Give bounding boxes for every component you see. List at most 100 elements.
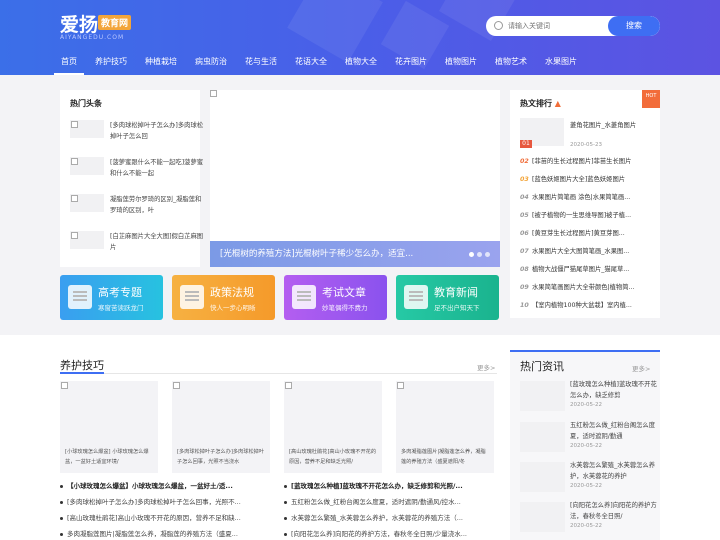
search-button[interactable]: 搜索 [608, 16, 660, 36]
rank-item[interactable]: 10 【室内植物100种大盆栽】室内植... [520, 300, 660, 312]
more-link[interactable]: 更多> [632, 363, 650, 373]
rank-item[interactable]: 02 [菲苗的生长过程图片]菲苗生长图片 [520, 156, 660, 168]
news-item[interactable]: [向阳花怎么养]向阳花的养护方法，春秋冬全日照/ 2020-05-22 [520, 500, 660, 538]
fire-icon: ▲ [554, 99, 561, 108]
article-card-text[interactable]: 多肉凝脂莲图片|凝脂莲怎么养，凝脂莲的养殖方法（盛夏遮阳/冬 [401, 447, 489, 469]
nav-item[interactable]: 花与生活 [238, 50, 284, 75]
hot-headline-text[interactable]: 凝脂莲劳尔罗琦的区别_凝脂莲和罗琦的区别，叶 [110, 194, 205, 218]
category-gaokao[interactable]: 高考专题 寒窗苦读跃龙门 [60, 275, 163, 320]
rank-item[interactable]: 06 [黄豆芽生长过程图片]黄豆芽图... [520, 228, 660, 240]
article-link[interactable]: 水芙蓉怎么繁殖_水芙蓉怎么养护，水芙蓉花的养殖方法（... [284, 511, 494, 525]
thumbnail[interactable] [70, 157, 104, 175]
slider-dot[interactable] [477, 252, 482, 257]
article-card[interactable]: 多肉凝脂莲图片|凝脂莲怎么养，凝脂莲的养殖方法（盛夏遮阳/冬 [396, 381, 494, 473]
news-date: 2020-05-22 [570, 483, 602, 489]
hot-headline-item[interactable]: [多肉球松掉叶子怎么办]多肉球松掉叶子怎么回 [70, 120, 205, 146]
rank-item[interactable]: 08 植物大战僵尸猫尾草图片_猫尾草... [520, 264, 660, 276]
more-link[interactable]: 更多> [477, 362, 495, 372]
rank-number: 01 [520, 140, 532, 148]
article-link[interactable]: [蓝玫瑰怎么种植]蓝玫瑰不开花怎么办，缺乏修剪和光照/... [284, 479, 494, 493]
thumbnail[interactable] [70, 120, 104, 138]
news-item[interactable]: 水芙蓉怎么繁殖_水芙蓉怎么养护，水芙蓉花的养护 2020-05-22 [520, 460, 660, 498]
hot-headline-text[interactable]: [多肉球松掉叶子怎么办]多肉球松掉叶子怎么回 [110, 120, 205, 144]
thumbnail[interactable] [70, 194, 104, 212]
article-link[interactable]: 【小球玫瑰怎么爆盆】小球玫瑰怎么爆盆，一盆好土/适... [60, 479, 260, 493]
rank-item[interactable]: 09 水果简笔画图片大全带颜色|植物简... [520, 282, 660, 294]
article-card-text[interactable]: [多肉球松掉叶子怎么办]多肉球松掉叶子怎么回事，光照不当浇水 [177, 447, 265, 469]
category-news[interactable]: 教育新闻 足不出户知天下 [396, 275, 499, 320]
hot-headline-item[interactable]: 凝脂莲劳尔罗琦的区别_凝脂莲和罗琦的区别，叶 [70, 194, 205, 220]
logo-text: 爱扬 [60, 14, 99, 36]
main-nav: 首页 养护技巧 种植栽培 病虫防治 花与生活 花语大全 植物大全 花卉图片 植物… [54, 50, 588, 75]
thumbnail[interactable] [520, 462, 565, 492]
news-text[interactable]: [向阳花怎么养]向阳花的养护方法，春秋冬全日照/ [570, 500, 660, 522]
nav-item[interactable]: 养护技巧 [88, 50, 134, 75]
category-subtitle: 快人一步心明晰 [210, 304, 256, 312]
section-title: 养护技巧 [60, 359, 104, 372]
category-policy[interactable]: 政策法规 快人一步心明晰 [172, 275, 275, 320]
thumbnail[interactable] [520, 502, 565, 532]
article-link[interactable]: 五红粉怎么做_红粉台阁怎么度夏，适时遮阴/勤通风/控水... [284, 495, 494, 509]
thumbnail[interactable] [520, 422, 565, 452]
article-link[interactable]: [向阳花怎么养]向阳花的养护方法，春秋冬全日照/少量浇水... [284, 527, 494, 540]
hot-headline-item[interactable]: [白芷麻图片大全大图]假白芷麻图片 [70, 231, 205, 257]
news-item[interactable]: [蓝玫瑰怎么种植]蓝玫瑰不开花怎么办，缺乏修剪 2020-05-22 [520, 379, 660, 417]
hot-headline-text[interactable]: [菠萝蜜跟什么不能一起吃]菠萝蜜和什么不能一起 [110, 157, 205, 181]
nav-item[interactable]: 水果图片 [538, 50, 584, 75]
rank-item-text[interactable]: 菱角花图片_水菱角图片 [570, 120, 636, 129]
slider-dots [466, 252, 490, 257]
site-logo[interactable]: 爱扬 教育网 [60, 10, 132, 37]
nav-item[interactable]: 花卉图片 [388, 50, 434, 75]
image-icon [61, 382, 68, 389]
site-header: 爱扬教育网 AIYANGEDU.COM 搜索 首页 养护技巧 种植栽培 病虫防治… [0, 0, 720, 75]
nav-item[interactable]: 植物大全 [338, 50, 384, 75]
hot-headline-item[interactable]: [菠萝蜜跟什么不能一起吃]菠萝蜜和什么不能一起 [70, 157, 205, 183]
category-title: 考试文章 [322, 286, 366, 299]
article-card[interactable]: [高山玫瑰杜鹃花]高山小玫瑰不开花的原因，营养不足和缺乏光照/ [284, 381, 382, 473]
hot-headlines-title: 热门头条 [70, 99, 102, 108]
news-text[interactable]: 五红粉怎么做_红粉台阁怎么度夏，适时遮阴/勤通 [570, 420, 660, 442]
search-input[interactable] [508, 19, 598, 33]
news-date: 2020-05-22 [570, 402, 602, 408]
news-item[interactable]: 五红粉怎么做_红粉台阁怎么度夏，适时遮阴/勤通 2020-05-22 [520, 420, 660, 458]
rank-item-date: 2020-05-23 [570, 142, 602, 148]
rank-item[interactable]: 04 水果图片简笔画 涂色|水果简笔画... [520, 192, 660, 204]
nav-item[interactable]: 植物图片 [438, 50, 484, 75]
article-card[interactable]: [多肉球松掉叶子怎么办]多肉球松掉叶子怎么回事，光照不当浇水 [172, 381, 270, 473]
article-link[interactable]: [高山玫瑰杜鹃花]高山小玫瑰不开花的原因，营养不足和缺... [60, 511, 260, 525]
search-box: 搜索 [486, 16, 660, 36]
rank-item[interactable]: 07 水果图片大全大图简笔画_水果图... [520, 246, 660, 258]
nav-item[interactable]: 花语大全 [288, 50, 334, 75]
thumbnail[interactable] [70, 231, 104, 249]
nav-item[interactable]: 病虫防治 [188, 50, 234, 75]
thumbnail[interactable] [520, 381, 565, 411]
slider-dot[interactable] [469, 252, 474, 257]
article-card[interactable]: [小球玫瑰怎么爆盆] 小球玫瑰怎么爆盆，一盆好土适宜环境/ [60, 381, 158, 473]
hot-badge: HOT [642, 90, 660, 108]
book-icon [68, 285, 92, 309]
slider-dot[interactable] [485, 252, 490, 257]
news-date: 2020-05-22 [570, 443, 602, 449]
hot-rank-title: 热文排行 ▲ [520, 99, 561, 108]
rank-item[interactable]: 05 [被子植物的一生思维导图]被子植... [520, 210, 660, 222]
article-link[interactable]: [多肉球松掉叶子怎么办]多肉球松掉叶子怎么回事，光照不... [60, 495, 260, 509]
nav-item-home[interactable]: 首页 [54, 50, 84, 75]
category-subtitle: 寒窗苦读跃龙门 [98, 304, 144, 312]
article-card-text[interactable]: [小球玫瑰怎么爆盆] 小球玫瑰怎么爆盆，一盆好土适宜环境/ [65, 447, 153, 469]
nav-item[interactable]: 植物艺术 [488, 50, 534, 75]
hot-headline-text[interactable]: [白芷麻图片大全大图]假白芷麻图片 [110, 231, 205, 255]
image-icon [71, 232, 78, 239]
image-icon [285, 382, 292, 389]
category-title: 教育新闻 [434, 286, 478, 299]
category-title: 政策法规 [210, 286, 254, 299]
nav-item[interactable]: 种植栽培 [138, 50, 184, 75]
article-card-text[interactable]: [高山玫瑰杜鹃花]高山小玫瑰不开花的原因，营养不足和缺乏光照/ [289, 447, 377, 469]
news-text[interactable]: [蓝玫瑰怎么种植]蓝玫瑰不开花怎么办，缺乏修剪 [570, 379, 660, 401]
news-text[interactable]: 水芙蓉怎么繁殖_水芙蓉怎么养护，水芙蓉花的养护 [570, 460, 660, 482]
article-link[interactable]: 多肉凝脂莲图片|凝脂莲怎么养，凝脂莲的养殖方法（盛夏... [60, 527, 260, 540]
category-exam[interactable]: 考试文章 妙笔偶得不费力 [284, 275, 387, 320]
slider-caption[interactable]: [光棍树的养殖方法]光棍树叶子稀少怎么办，适宜... [210, 241, 500, 267]
rank-item[interactable]: 03 [蓝色妖姬图片大全]蓝色妖姬图片 [520, 174, 660, 186]
featured-slider[interactable]: [光棍树的养殖方法]光棍树叶子稀少怎么办，适宜... [210, 90, 500, 267]
category-title: 高考专题 [98, 286, 142, 299]
